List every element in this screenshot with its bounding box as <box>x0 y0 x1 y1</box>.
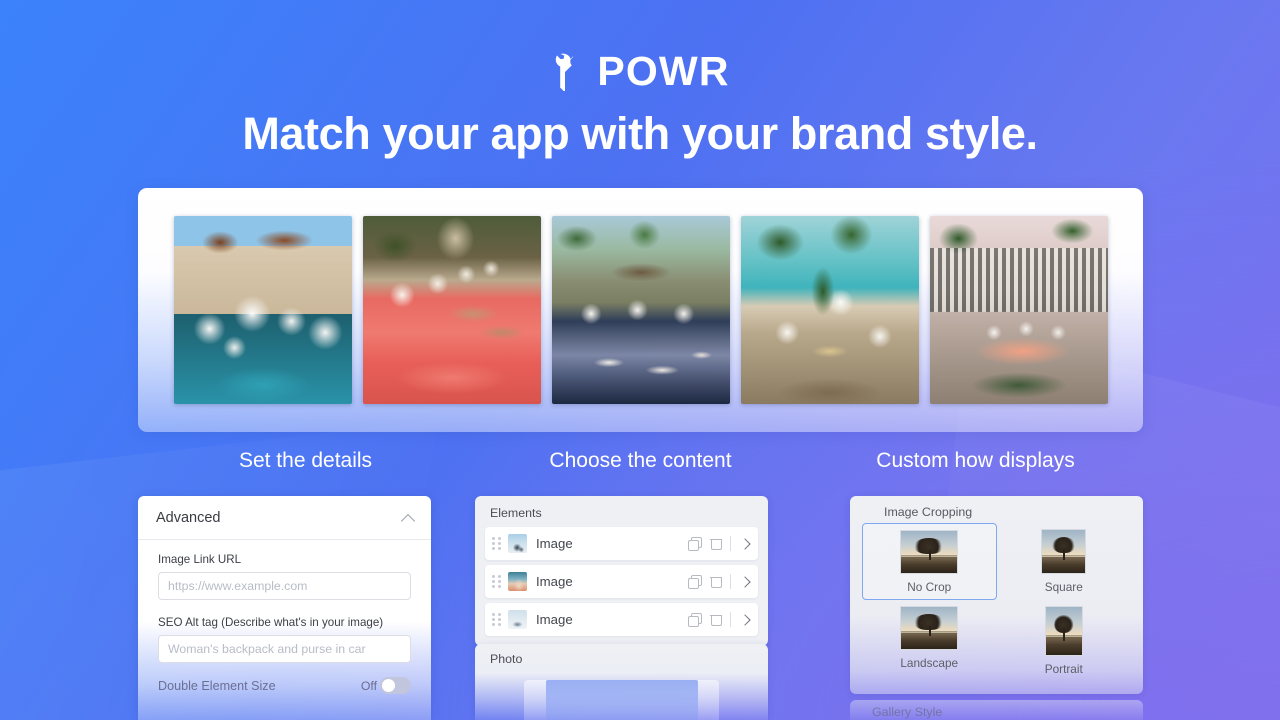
double-element-size-label: Double Element Size <box>158 678 276 693</box>
column-heading-details: Set the details <box>238 449 373 472</box>
gallery-image[interactable] <box>740 216 919 404</box>
crop-option-label: No Crop <box>907 580 952 594</box>
image-link-url-label: Image Link URL <box>158 553 242 566</box>
column-headings: Set the details Choose the content Custo… <box>138 449 1143 473</box>
divider <box>730 574 731 589</box>
element-thumbnail <box>508 534 527 553</box>
list-item-label: Image <box>536 536 573 551</box>
drag-handle-icon[interactable] <box>492 537 501 550</box>
seo-alt-tag-input[interactable] <box>158 635 411 663</box>
seo-alt-tag-field-group: SEO Alt tag (Describe what's in your ima… <box>138 600 431 663</box>
advanced-section-title: Advanced <box>156 509 221 526</box>
element-thumbnail <box>508 572 527 591</box>
list-item-actions <box>688 536 750 551</box>
image-cropping-options: No Crop Square Landscape Portrait <box>862 523 1131 681</box>
list-item-label: Image <box>536 574 573 589</box>
brand-name: POWR <box>597 47 730 94</box>
crop-option-portrait[interactable]: Portrait <box>997 600 1132 681</box>
gallery-style-card: Gallery Style <box>850 700 1143 720</box>
elements-card: Elements Image Image Image <box>475 496 768 646</box>
chevron-right-icon[interactable] <box>739 538 750 549</box>
page-headline: Match your app with your brand style. <box>242 108 1038 159</box>
list-item-actions <box>688 612 750 627</box>
image-cropping-card: Image Cropping No Crop Square Landscape … <box>850 496 1143 694</box>
gallery-preview-card <box>138 188 1143 432</box>
element-thumbnail <box>508 610 527 629</box>
list-item[interactable]: Image <box>485 527 758 560</box>
trash-icon[interactable] <box>709 575 722 588</box>
crop-preview-thumbnail <box>900 606 959 650</box>
photo-preview-image <box>545 680 698 720</box>
image-cropping-title: Image Cropping <box>884 505 973 519</box>
crop-option-label: Landscape <box>900 656 959 670</box>
column-heading-display: Custom how displays <box>876 449 1075 472</box>
advanced-settings-card: Advanced Image Link URL SEO Alt tag (Des… <box>138 496 431 720</box>
powr-wrench-logo-icon <box>550 51 584 93</box>
crop-option-square[interactable]: Square <box>997 523 1132 600</box>
content-column: Elements Image Image Image Photo <box>473 496 808 720</box>
double-element-size-toggle[interactable]: Off <box>361 677 411 694</box>
crop-preview-thumbnail <box>1041 529 1087 574</box>
gallery-style-title: Gallery Style <box>872 705 943 719</box>
photo-card-title: Photo <box>490 652 523 666</box>
display-column: Image Cropping No Crop Square Landscape … <box>808 496 1143 720</box>
seo-alt-tag-label: SEO Alt tag (Describe what's in your ima… <box>158 616 384 629</box>
crop-option-landscape[interactable]: Landscape <box>862 600 997 681</box>
chevron-up-icon[interactable] <box>402 512 414 524</box>
divider <box>730 612 731 627</box>
divider <box>730 536 731 551</box>
toggle-switch[interactable] <box>380 677 411 694</box>
chevron-right-icon[interactable] <box>739 614 750 625</box>
drag-handle-icon[interactable] <box>492 613 501 626</box>
double-element-size-row: Double Element Size Off <box>138 663 431 694</box>
image-link-url-input[interactable] <box>158 572 411 600</box>
elements-title: Elements <box>490 506 542 520</box>
list-item[interactable]: Image <box>485 603 758 636</box>
crop-preview-thumbnail <box>900 530 959 574</box>
gallery-image[interactable] <box>362 216 541 404</box>
photo-card: Photo <box>475 644 768 720</box>
copy-icon[interactable] <box>688 575 702 589</box>
crop-option-label: Portrait <box>1044 662 1083 676</box>
details-column: Advanced Image Link URL SEO Alt tag (Des… <box>138 496 473 720</box>
chevron-right-icon[interactable] <box>739 576 750 587</box>
trash-icon[interactable] <box>709 613 722 626</box>
image-link-url-field-group: Image Link URL <box>138 540 431 600</box>
toggle-state-label: Off <box>360 678 377 693</box>
list-item-label: Image <box>536 612 573 627</box>
trash-icon[interactable] <box>709 537 722 550</box>
list-item-actions <box>688 574 750 589</box>
list-item[interactable]: Image <box>485 565 758 598</box>
gallery-image[interactable] <box>929 216 1108 404</box>
gallery-image[interactable] <box>551 216 730 404</box>
brand-header: POWR <box>0 45 1280 97</box>
drag-handle-icon[interactable] <box>492 575 501 588</box>
column-heading-content: Choose the content <box>549 449 732 472</box>
gallery-image[interactable] <box>173 216 352 404</box>
copy-icon[interactable] <box>688 613 702 627</box>
photo-preview-frame <box>524 680 719 720</box>
copy-icon[interactable] <box>688 537 702 551</box>
advanced-section-header[interactable]: Advanced <box>138 496 431 540</box>
panels-row: Advanced Image Link URL SEO Alt tag (Des… <box>138 496 1143 720</box>
crop-option-no-crop[interactable]: No Crop <box>862 523 997 600</box>
crop-option-label: Square <box>1044 580 1083 594</box>
crop-preview-thumbnail <box>1044 606 1083 656</box>
